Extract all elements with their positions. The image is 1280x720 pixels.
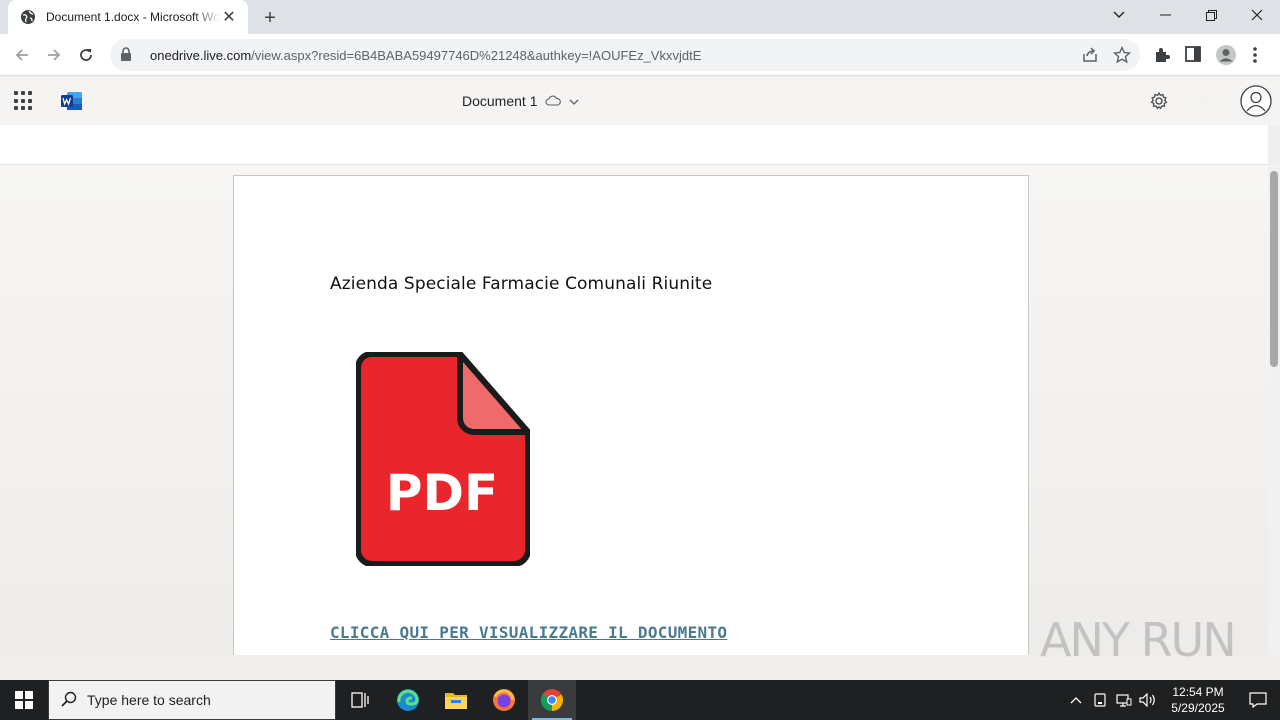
address-bar[interactable]: onedrive.live.com/view.aspx?resid=6B4BAB… (110, 39, 1140, 71)
app-launcher-icon[interactable] (14, 91, 34, 111)
document-scrollbar[interactable] (1268, 165, 1280, 655)
chevron-down-icon[interactable] (569, 93, 579, 109)
document-title-text: Document 1 (462, 93, 538, 109)
taskbar-clock[interactable]: 12:54 PM 5/29/2025 (1160, 684, 1236, 716)
firefox-icon[interactable] (480, 680, 528, 720)
pdf-file-icon[interactable]: PDF (354, 351, 531, 567)
extensions-icon[interactable] (1153, 46, 1171, 64)
document-page: Azienda Speciale Farmacie Comunali Riuni… (233, 175, 1029, 655)
chrome-icon[interactable] (528, 680, 576, 720)
clock-date: 5/29/2025 (1171, 701, 1225, 715)
tab-title: Document 1.docx - Microsoft Word (46, 10, 220, 24)
pdf-label: PDF (386, 464, 498, 522)
settings-gear-icon[interactable] (1149, 91, 1169, 111)
document-canvas: Azienda Speciale Farmacie Comunali Riuni… (0, 165, 1268, 655)
search-placeholder: Type here to search (87, 692, 211, 708)
windows-taskbar: Type here to search 12:54 PM 5/29/2025 (0, 680, 1280, 720)
network-icon[interactable] (1112, 680, 1136, 720)
scrollbar-thumb[interactable] (1270, 171, 1278, 367)
new-tab-button[interactable]: + (258, 6, 282, 30)
back-icon[interactable] (6, 39, 38, 71)
globe-icon (20, 9, 36, 25)
view-document-link[interactable]: CLICCA QUI PER VISUALIZZARE IL DOCUMENTO (330, 623, 727, 642)
file-explorer-icon[interactable] (432, 680, 480, 720)
clock-time: 12:54 PM (1172, 685, 1224, 699)
edge-browser-icon[interactable] (384, 680, 432, 720)
volume-icon[interactable] (1136, 680, 1160, 720)
forward-icon[interactable] (38, 39, 70, 71)
minimize-icon[interactable] (1142, 0, 1188, 30)
word-logo-icon[interactable] (61, 91, 83, 111)
company-name: Azienda Speciale Farmacie Comunali Riuni… (330, 274, 713, 294)
menu-kebab-icon[interactable] (1252, 46, 1270, 64)
close-window-icon[interactable] (1234, 0, 1280, 30)
tab-close-icon[interactable]: ✕ (220, 8, 238, 26)
browser-tab[interactable]: Document 1.docx - Microsoft Word ✕ (8, 0, 248, 34)
tab-search-icon[interactable] (1096, 0, 1142, 30)
bookmark-star-icon[interactable] (1113, 46, 1131, 64)
reload-icon[interactable] (70, 39, 102, 71)
account-avatar-icon[interactable] (1240, 85, 1272, 117)
watermark-text: ANY RUN (1040, 613, 1237, 667)
side-panel-icon[interactable] (1185, 46, 1203, 64)
taskbar-search-box[interactable]: Type here to search (48, 680, 336, 720)
share-icon[interactable] (1082, 47, 1100, 65)
search-icon (61, 691, 77, 710)
document-title[interactable]: Document 1 (462, 93, 579, 109)
profile-icon[interactable] (1215, 44, 1237, 66)
browser-tab-strip: Document 1.docx - Microsoft Word ✕ + (0, 0, 1280, 34)
lock-icon[interactable] (120, 47, 136, 63)
system-tray: 12:54 PM 5/29/2025 (1064, 680, 1280, 720)
url-text: onedrive.live.com/view.aspx?resid=6B4BAB… (150, 47, 702, 63)
browser-toolbar: onedrive.live.com/view.aspx?resid=6B4BAB… (0, 34, 1280, 76)
windows-start-icon[interactable] (0, 680, 48, 720)
task-view-icon[interactable] (336, 680, 384, 720)
chevron-up-icon[interactable] (1064, 680, 1088, 720)
sign-in-link[interactable]: Sign in (1190, 93, 1230, 108)
word-header: Document 1 Sign in (0, 77, 1280, 125)
ribbon-area (0, 125, 1268, 165)
cloud-icon (545, 93, 562, 109)
restore-icon[interactable] (1188, 0, 1234, 30)
anyrun-watermark: ANY RUN (1040, 608, 1240, 672)
device-icon[interactable] (1088, 680, 1112, 720)
notifications-icon[interactable] (1236, 680, 1280, 720)
